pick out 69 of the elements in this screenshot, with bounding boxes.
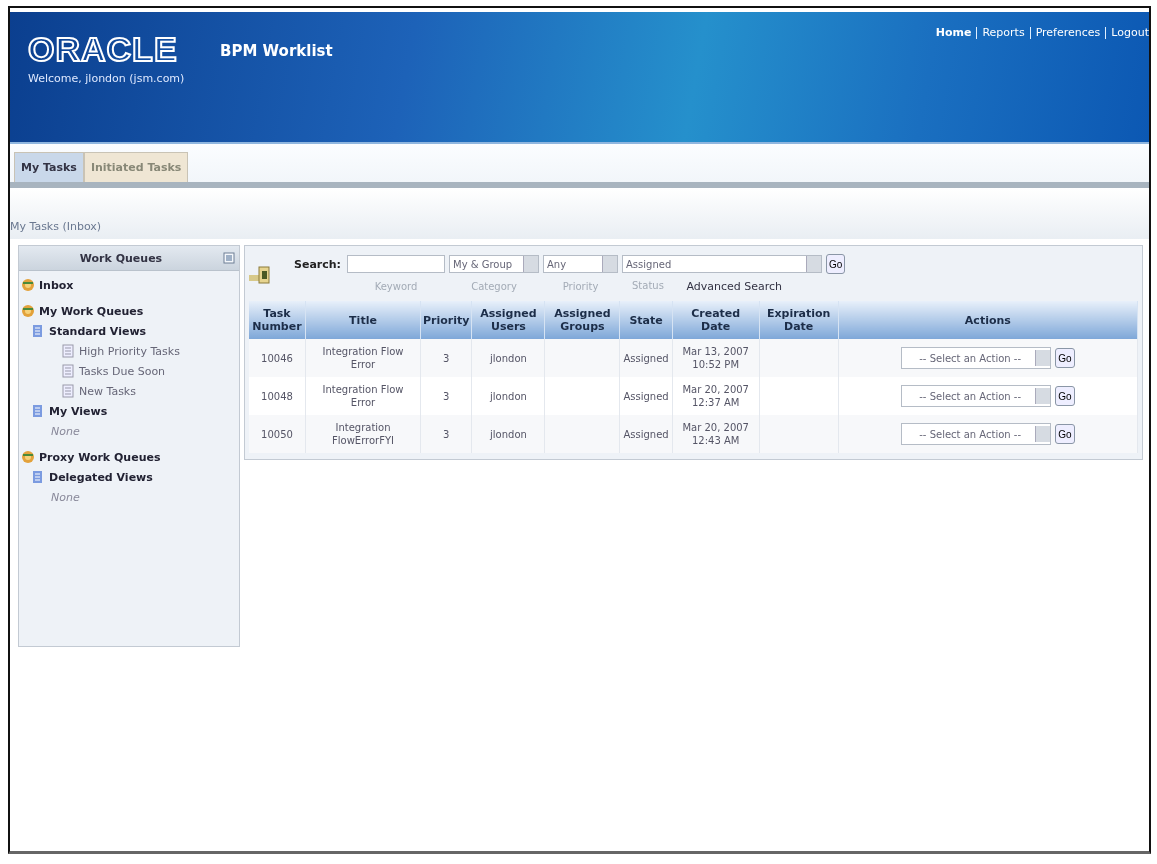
- list-icon: [31, 404, 45, 418]
- welcome-text: Welcome, jlondon (jsm.com): [28, 72, 185, 85]
- advanced-search-link[interactable]: Advanced Search: [686, 280, 782, 293]
- tree-item[interactable]: My Work Queues: [39, 304, 144, 318]
- table-cell: 3: [420, 339, 472, 377]
- table-cell: jlondon: [471, 339, 545, 377]
- link-separator: [975, 26, 979, 40]
- table-cell: jlondon: [471, 415, 545, 453]
- table-cell: Integration Flow Error: [305, 339, 421, 377]
- tree-item[interactable]: Tasks Due Soon: [79, 364, 166, 378]
- filter-dropdown[interactable]: Any: [543, 255, 618, 273]
- go-button[interactable]: Go: [1055, 424, 1075, 444]
- field-caption: Keyword: [373, 281, 419, 292]
- column-header: Actions: [838, 301, 1138, 339]
- action-dropdown[interactable]: -- Select an Action --: [901, 423, 1052, 445]
- table-cell: Mar 20, 2007 12:43 AM: [672, 415, 760, 453]
- column-header: Expiration Date: [759, 301, 839, 339]
- tree-item[interactable]: My Views: [49, 404, 108, 418]
- oracle-logo: ORACLE: [28, 30, 178, 69]
- table-cell: 10046: [249, 339, 306, 377]
- tree-item[interactable]: Delegated Views: [49, 470, 153, 484]
- list-icon: [31, 324, 45, 338]
- filter-dropdown[interactable]: Assigned: [622, 255, 822, 273]
- filter-dropdown[interactable]: My & Group: [449, 255, 539, 273]
- link-separator: [1028, 26, 1032, 40]
- tab[interactable]: My Tasks: [14, 152, 84, 182]
- table-cell: 10050: [249, 415, 306, 453]
- column-header: Priority: [420, 301, 472, 339]
- search-field[interactable]: [347, 255, 445, 273]
- tree-item[interactable]: Proxy Work Queues: [39, 450, 161, 464]
- document-icon: [61, 384, 75, 398]
- search-label: Search:: [293, 257, 342, 271]
- header-link[interactable]: Home: [935, 26, 972, 40]
- header-link[interactable]: Logout: [1111, 26, 1149, 40]
- tree-item[interactable]: New Tasks: [79, 384, 136, 398]
- link-separator: [1104, 26, 1108, 40]
- column-header: Created Date: [672, 301, 760, 339]
- table-cell: Assigned: [619, 339, 673, 377]
- panel-title: Work Queues: [78, 251, 164, 265]
- tree-item[interactable]: Inbox: [39, 278, 74, 292]
- field-caption: Priority: [561, 281, 600, 292]
- table-cell: Mar 13, 2007 10:52 PM: [672, 339, 760, 377]
- table-cell: Integration FlowErrorFYI: [305, 415, 421, 453]
- go-button[interactable]: Go: [826, 254, 846, 274]
- field-caption: Status: [632, 280, 664, 293]
- tree-item[interactable]: Standard Views: [49, 324, 147, 338]
- go-button[interactable]: Go: [1055, 348, 1075, 368]
- column-header: Title: [305, 301, 421, 339]
- breadcrumb: My Tasks (Inbox): [10, 220, 102, 233]
- column-header: State: [619, 301, 673, 339]
- empty-note: None: [51, 424, 80, 438]
- go-button[interactable]: Go: [1055, 386, 1075, 406]
- action-dropdown[interactable]: -- Select an Action --: [901, 347, 1052, 369]
- column-header: Assigned Groups: [544, 301, 620, 339]
- table-cell: Assigned: [619, 415, 673, 453]
- header-link[interactable]: Reports: [982, 26, 1025, 40]
- table-cell: 3: [420, 415, 472, 453]
- column-header: Task Number: [249, 301, 306, 339]
- field-caption: Category: [470, 281, 518, 292]
- list-icon: [31, 470, 45, 484]
- empty-note: None: [51, 490, 80, 504]
- action-dropdown[interactable]: -- Select an Action --: [901, 385, 1052, 407]
- column-header: Assigned Users: [471, 301, 545, 339]
- tree-item[interactable]: High Priority Tasks: [79, 344, 180, 358]
- app-title: BPM Worklist: [220, 42, 333, 60]
- document-icon: [61, 344, 75, 358]
- collapse-icon: [223, 252, 235, 264]
- header-link[interactable]: Preferences: [1035, 26, 1101, 40]
- document-icon: [61, 364, 75, 378]
